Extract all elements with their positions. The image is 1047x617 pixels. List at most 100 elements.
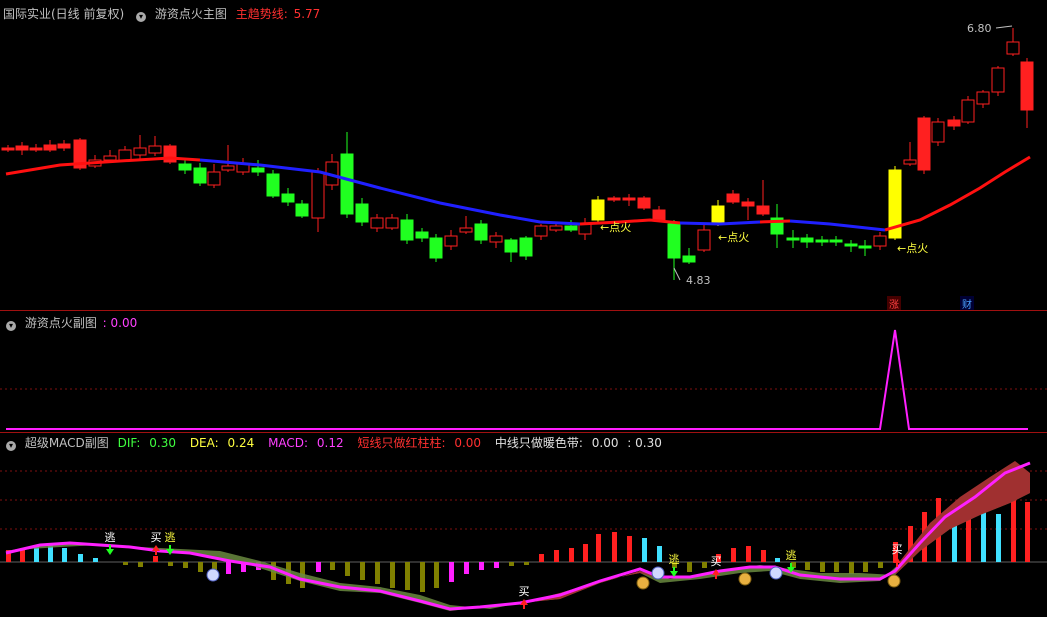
candle[interactable] xyxy=(844,240,858,252)
macd-bar xyxy=(434,562,439,588)
macd-signal-label: 买 xyxy=(519,585,530,598)
candle[interactable] xyxy=(148,136,162,156)
candlestick-chart[interactable] xyxy=(0,0,1047,310)
candle[interactable] xyxy=(340,132,354,218)
macd-bar xyxy=(138,562,143,567)
candle[interactable] xyxy=(370,214,384,232)
macd-bar xyxy=(345,562,350,576)
candle[interactable] xyxy=(295,200,309,218)
macd-bar xyxy=(153,556,158,562)
event-badge-zhang[interactable]: 涨 xyxy=(887,296,901,311)
candle[interactable] xyxy=(607,196,621,202)
macd-bar xyxy=(405,562,410,590)
candle[interactable] xyxy=(931,118,945,146)
candle[interactable] xyxy=(489,232,503,248)
candle[interactable] xyxy=(564,220,578,232)
warm-band xyxy=(895,461,1030,575)
macd-bar xyxy=(198,562,203,572)
candle[interactable] xyxy=(415,228,429,242)
money-bag-icon xyxy=(887,574,901,588)
candle[interactable] xyxy=(325,154,339,190)
macd-bar xyxy=(569,548,574,562)
macd-bar xyxy=(702,562,707,568)
high-pointer xyxy=(995,25,1013,29)
candle[interactable] xyxy=(637,196,651,210)
candle[interactable] xyxy=(947,116,961,130)
candle[interactable] xyxy=(29,144,43,152)
candle[interactable] xyxy=(178,160,192,174)
candle[interactable] xyxy=(829,236,843,246)
candle[interactable] xyxy=(444,230,458,250)
candle[interactable] xyxy=(429,234,443,262)
macd-bar xyxy=(360,562,365,580)
candle[interactable] xyxy=(534,224,548,240)
candle[interactable] xyxy=(207,164,221,188)
candle[interactable] xyxy=(711,200,725,226)
macd-bar xyxy=(820,562,825,572)
macd-bar xyxy=(746,546,751,562)
macd-signal-label: 买 xyxy=(151,531,162,544)
candle[interactable] xyxy=(578,218,592,240)
macd-bar xyxy=(657,546,662,562)
candle[interactable] xyxy=(622,194,636,206)
macd-bar xyxy=(524,562,529,565)
macd-bar xyxy=(123,562,128,565)
candle[interactable] xyxy=(459,216,473,234)
candle[interactable] xyxy=(519,236,533,260)
candle[interactable] xyxy=(57,140,71,151)
candle[interactable] xyxy=(43,140,57,152)
candle[interactable] xyxy=(355,198,369,226)
macd-bar xyxy=(464,562,469,574)
macd-bar xyxy=(849,562,854,574)
candle[interactable] xyxy=(193,163,207,186)
event-badge-cai[interactable]: 财 xyxy=(960,296,974,311)
candle[interactable] xyxy=(385,214,399,230)
candle[interactable] xyxy=(400,214,414,244)
face-icon xyxy=(206,568,220,582)
ignite-label-3: ←点火 xyxy=(897,242,929,255)
candle[interactable] xyxy=(1020,58,1034,128)
candle[interactable] xyxy=(504,238,518,262)
candle[interactable] xyxy=(741,198,755,220)
candle[interactable] xyxy=(236,158,250,175)
candle[interactable] xyxy=(221,145,235,172)
candle[interactable] xyxy=(133,135,147,160)
candle[interactable] xyxy=(770,204,784,248)
candle[interactable] xyxy=(917,116,931,174)
macd-bar xyxy=(183,562,188,568)
macd-bar xyxy=(78,554,83,562)
candle[interactable] xyxy=(15,142,29,155)
candle[interactable] xyxy=(903,142,917,166)
candle[interactable] xyxy=(873,232,887,250)
macd-panel[interactable]: ▾ 超级MACD副图 DIF: 0.30 DEA: 0.24 MACD: 0.1… xyxy=(0,433,1047,617)
candle[interactable] xyxy=(266,170,280,198)
macd-bar xyxy=(390,562,395,588)
candle[interactable] xyxy=(756,180,770,216)
ignite-line-chart xyxy=(0,329,1047,430)
candle[interactable] xyxy=(858,240,872,256)
candle[interactable] xyxy=(281,188,295,206)
candle[interactable] xyxy=(667,220,681,280)
money-bag-icon xyxy=(636,576,650,590)
main-chart-panel[interactable]: 国际实业(日线 前复权) ▾ 游资点火主图 主趋势线: 5.77 6.80 4.… xyxy=(0,0,1047,311)
candle[interactable] xyxy=(726,190,740,204)
candle[interactable] xyxy=(163,144,177,164)
candle[interactable] xyxy=(251,160,265,176)
ignite-sub-panel[interactable]: ▾ 游资点火副图 : 0.00 xyxy=(0,311,1047,432)
candle[interactable] xyxy=(474,220,488,244)
candle[interactable] xyxy=(991,66,1005,96)
candle[interactable] xyxy=(961,96,975,124)
macd-bar xyxy=(93,558,98,562)
candle[interactable] xyxy=(815,236,829,246)
candle[interactable] xyxy=(682,248,696,264)
candle[interactable] xyxy=(1,145,15,152)
candle[interactable] xyxy=(800,234,814,248)
candle[interactable] xyxy=(1006,28,1020,56)
candle[interactable] xyxy=(311,168,325,232)
face-icon xyxy=(651,566,665,580)
candle[interactable] xyxy=(697,224,711,252)
candle[interactable] xyxy=(976,90,990,108)
macd-bar xyxy=(612,532,617,562)
macd-bar xyxy=(775,558,780,562)
candle[interactable] xyxy=(786,230,800,248)
